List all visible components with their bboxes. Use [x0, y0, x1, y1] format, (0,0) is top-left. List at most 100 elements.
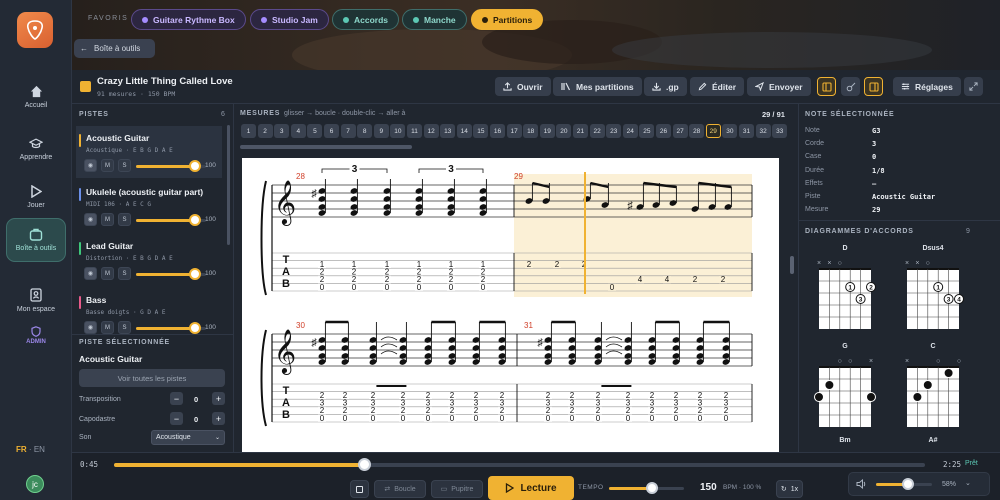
- progress-slider[interactable]: [114, 458, 925, 471]
- open-button[interactable]: Ouvrir: [495, 77, 551, 96]
- measure-cell[interactable]: 32: [755, 124, 771, 138]
- score-sheet[interactable]: 𝄞TAB2829♯12201220122012201220122033♯2220…: [242, 158, 779, 452]
- measure-cell[interactable]: 6: [324, 124, 339, 138]
- measure-cell[interactable]: 22: [589, 124, 605, 138]
- measure-cell[interactable]: 26: [656, 124, 671, 138]
- send-button[interactable]: Envoyer: [747, 77, 811, 96]
- layout-panel-toggle[interactable]: [817, 77, 836, 96]
- track-volume-slider[interactable]: [136, 160, 206, 172]
- stand-button[interactable]: ▭ Pupitre: [431, 480, 483, 498]
- favorite-chip[interactable]: Guitare Rythme Box: [131, 9, 246, 30]
- measure-cell[interactable]: 25: [639, 124, 655, 138]
- measure-cell[interactable]: 1: [241, 124, 256, 138]
- back-button[interactable]: ← Boîte à outils: [74, 39, 155, 58]
- nav-item-my-space[interactable]: Mon espace: [6, 278, 66, 322]
- tracks-scrollbar[interactable]: [227, 125, 230, 245]
- measure-cell[interactable]: 13: [440, 124, 456, 138]
- measure-cell[interactable]: 23: [606, 124, 622, 138]
- chevron-down-icon[interactable]: ⌄: [965, 479, 971, 487]
- measure-cell[interactable]: 16: [490, 124, 505, 138]
- my-scores-button[interactable]: Mes partitions: [553, 77, 642, 96]
- measure-cell[interactable]: 14: [456, 124, 472, 138]
- show-all-tracks-button[interactable]: Voir toutes les pistes: [79, 369, 225, 387]
- lang-fr[interactable]: FR: [16, 445, 27, 454]
- transposition-minus[interactable]: −: [170, 392, 183, 405]
- solo-button[interactable]: S: [118, 159, 131, 172]
- measure-cell[interactable]: 29: [705, 124, 721, 138]
- measure-cell[interactable]: 18: [523, 124, 539, 138]
- nav-item-play[interactable]: Jouer: [6, 175, 66, 219]
- sound-select[interactable]: Acoustique ⌄: [151, 430, 225, 445]
- lang-en[interactable]: EN: [34, 445, 45, 454]
- mute-button[interactable]: M: [101, 267, 114, 280]
- favorite-chip-active[interactable]: Partitions: [471, 9, 544, 30]
- favorite-chip[interactable]: Manche: [402, 9, 467, 30]
- measure-cell[interactable]: 2: [257, 124, 273, 138]
- measure-cell[interactable]: 17: [506, 124, 522, 138]
- measures-scrollbar[interactable]: [240, 145, 412, 149]
- measure-cell[interactable]: 10: [390, 124, 406, 138]
- app-logo[interactable]: [17, 12, 53, 48]
- solo-button[interactable]: S: [118, 213, 131, 226]
- nav-item-learn[interactable]: Apprendre: [6, 127, 66, 171]
- mute-button[interactable]: M: [101, 159, 114, 172]
- volume-slider[interactable]: [876, 478, 932, 490]
- nav-item-admin[interactable]: ADMIN: [6, 326, 66, 352]
- score-scrollbar[interactable]: [790, 256, 794, 274]
- transposition-plus[interactable]: +: [212, 392, 225, 405]
- measure-cell[interactable]: 30: [722, 124, 738, 138]
- guitar-toggle[interactable]: [841, 77, 860, 96]
- measure-cell[interactable]: 8: [357, 124, 373, 138]
- edit-button[interactable]: Éditer: [690, 77, 745, 96]
- capo-plus[interactable]: +: [212, 412, 225, 425]
- notation-svg[interactable]: 𝄞TAB2829♯12201220122012201220122033♯2220…: [242, 158, 779, 452]
- speed-button[interactable]: ↻ 1x: [776, 480, 803, 498]
- measure-cell[interactable]: 15: [473, 124, 489, 138]
- right-panel-toggle[interactable]: [864, 77, 883, 96]
- track-volume-slider[interactable]: [136, 214, 206, 226]
- language-switch[interactable]: FR · EN: [16, 445, 45, 454]
- nav-item-home[interactable]: Accueil: [6, 75, 66, 119]
- measure-cell[interactable]: 33: [772, 124, 788, 138]
- speaker-icon[interactable]: [856, 479, 867, 489]
- measure-cell[interactable]: 20: [556, 124, 572, 138]
- play-button[interactable]: Lecture: [488, 476, 574, 500]
- stop-button[interactable]: [350, 480, 369, 498]
- solo-button[interactable]: S: [118, 321, 131, 334]
- measure-cell[interactable]: 3: [274, 124, 290, 138]
- track-item[interactable]: Bass Basse doigts · G D A E ◉ M S 100: [76, 288, 222, 340]
- capo-minus[interactable]: −: [170, 412, 183, 425]
- import-gp-button[interactable]: .gp: [644, 77, 687, 96]
- mute-button[interactable]: M: [101, 213, 114, 226]
- measure-cell[interactable]: 5: [307, 124, 323, 138]
- measure-cell[interactable]: 27: [672, 124, 688, 138]
- favorite-chip[interactable]: Studio Jam: [250, 9, 329, 30]
- measure-cell[interactable]: 24: [622, 124, 638, 138]
- measure-cell[interactable]: 4: [290, 124, 306, 138]
- tempo-slider[interactable]: [609, 482, 684, 494]
- settings-button[interactable]: Réglages: [893, 77, 961, 96]
- eye-icon[interactable]: ◉: [84, 159, 97, 172]
- measure-cell[interactable]: 28: [689, 124, 705, 138]
- avatar[interactable]: jc: [26, 475, 44, 493]
- track-item[interactable]: Lead Guitar Distortion · E B G D A E ◉ M…: [76, 234, 222, 286]
- track-volume-slider[interactable]: [136, 322, 206, 334]
- track-item[interactable]: Acoustic Guitar Acoustique · E B G D A E…: [76, 126, 222, 178]
- measure-cell[interactable]: 21: [573, 124, 588, 138]
- track-item[interactable]: Ukulele (acoustic guitar part) MIDI 106 …: [76, 180, 222, 232]
- measure-cell[interactable]: 11: [407, 124, 422, 138]
- measure-cell[interactable]: 19: [539, 124, 555, 138]
- measure-cell[interactable]: 9: [373, 124, 389, 138]
- eye-icon[interactable]: ◉: [84, 267, 97, 280]
- loop-button[interactable]: ⇄ Boucle: [374, 480, 426, 498]
- eye-icon[interactable]: ◉: [84, 321, 97, 334]
- solo-button[interactable]: S: [118, 267, 131, 280]
- measure-cell[interactable]: 12: [423, 124, 439, 138]
- eye-icon[interactable]: ◉: [84, 213, 97, 226]
- mute-button[interactable]: M: [101, 321, 114, 334]
- nav-item-toolbox[interactable]: Boîte à outils: [6, 218, 66, 262]
- favorite-chip[interactable]: Accords: [332, 9, 400, 30]
- track-volume-slider[interactable]: [136, 268, 206, 280]
- measure-cell[interactable]: 7: [340, 124, 356, 138]
- measure-cell[interactable]: 31: [739, 124, 754, 138]
